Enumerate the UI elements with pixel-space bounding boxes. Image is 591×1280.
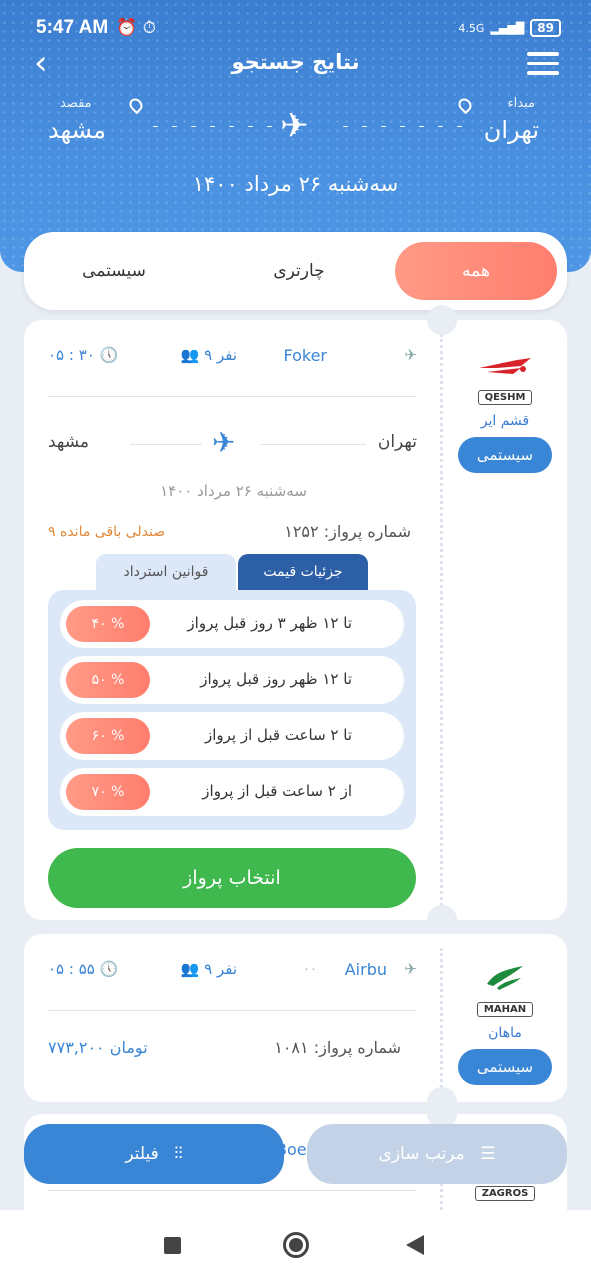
refund-rule-text: تا ۱۲ ظهر ۳ روز قبل پرواز <box>187 614 352 632</box>
airline-badge: MAHAN <box>476 1002 534 1017</box>
flight-price: ۷۷۳,۲۰۰ تومان <box>48 1038 148 1057</box>
system-navigation-bar <box>0 1210 591 1280</box>
destination-label: مقصد <box>60 96 92 111</box>
sliders-icon: ⫶⫶ <box>174 1144 183 1164</box>
home-icon[interactable] <box>283 1232 309 1258</box>
bottom-actions: فیلتر ⫶⫶ مرتب سازی ☰ <box>24 1124 567 1184</box>
tab-refund-rules[interactable]: قوانین استرداد <box>96 554 236 590</box>
remaining-seats: ۹ صندلی باقی مانده <box>48 524 166 540</box>
clock-icon: 🕔 <box>99 960 119 978</box>
passenger-count: 👥 ۹ نفر <box>180 960 237 978</box>
origin-label: مبداء <box>507 96 535 111</box>
refund-percent: ۷۰ % <box>66 774 150 810</box>
tab-price-details[interactable]: جزئیات قیمت <box>238 554 368 590</box>
route-summary: مبداء تهران مقصد مشهد ✈ <box>0 95 591 166</box>
flight-class-badge: سیستمی <box>458 1049 552 1085</box>
aircraft-model: Foker <box>283 346 327 365</box>
airline-name: قشم ایر <box>480 413 530 429</box>
network-type: 4.5G <box>458 21 485 35</box>
refund-rule-text: تا ۱۲ ظهر روز قبل پرواز <box>200 670 352 688</box>
aircraft-model: Airbu <box>344 960 387 979</box>
origin-city: تهران <box>483 116 539 144</box>
flight-class-badge: سیستمی <box>458 437 552 473</box>
airline-info: MAHAN ماهان سیستمی <box>457 962 553 1085</box>
refund-rule: ۴۰ % تا ۱۲ ظهر ۳ روز قبل پرواز <box>60 600 404 648</box>
status-bar: 5:47 AM ⏰ ⏱ 4.5G ▂▄▆█ 89 <box>36 14 561 42</box>
tab-system[interactable]: سیستمی <box>54 242 174 300</box>
sort-button[interactable]: مرتب سازی ☰ <box>307 1124 567 1184</box>
battery-icon: 89 <box>530 19 561 37</box>
tab-charter[interactable]: چارتری <box>234 242 364 300</box>
alarm-icon: ⏰ ⏱ <box>116 18 156 38</box>
refund-rules-list: ۴۰ % تا ۱۲ ظهر ۳ روز قبل پرواز ۵۰ % تا ۱… <box>48 590 416 830</box>
departure-time: ۰۵ : ۳۰ 🕔 <box>48 346 119 364</box>
flight-date: سه‌شنبه ۲۶ مرداد ۱۴۰۰ <box>160 482 307 500</box>
recent-apps-icon[interactable] <box>164 1237 181 1254</box>
aircraft-model-extra: ۰۰ <box>303 962 317 977</box>
refund-percent: ۴۰ % <box>66 606 150 642</box>
departure-time: ۰۵ : ۵۵ 🕔 <box>48 960 119 978</box>
mahan-air-logo-icon <box>487 966 523 990</box>
airplane-type-icon: ✈ <box>404 346 417 364</box>
signal-icon: ▂▄▆█ <box>490 21 525 35</box>
flight-destination: مشهد <box>48 432 90 452</box>
hamburger-menu-icon[interactable] <box>527 52 559 81</box>
flight-card[interactable]: QESHM قشم ایر سیستمی ✈ Foker 👥 ۹ نفر ۰۵ … <box>24 305 567 935</box>
flight-number: شماره پرواز: ۱۰۸۱ <box>274 1038 401 1057</box>
users-icon: 👥 <box>180 960 205 978</box>
flight-airplane-icon: ✈ <box>212 426 236 459</box>
flight-origin: تهران <box>377 432 417 452</box>
route-dots-right <box>336 124 462 128</box>
flight-number: شماره پرواز: ۱۲۵۲ <box>284 522 411 541</box>
airplane-type-icon: ✈ <box>404 960 417 978</box>
users-icon: 👥 <box>180 346 205 364</box>
back-triangle-icon[interactable] <box>406 1235 424 1255</box>
passenger-count: 👥 ۹ نفر <box>180 346 237 364</box>
origin-pin-icon <box>455 95 475 115</box>
airline-badge: QESHM <box>477 390 533 405</box>
destination-pin-icon <box>126 95 146 115</box>
airline-info: QESHM قشم ایر سیستمی <box>457 354 553 473</box>
status-time: 5:47 AM <box>36 17 109 38</box>
refund-rule: ۷۰ % از ۲ ساعت قبل از پرواز <box>60 768 404 816</box>
refund-rule-text: از ۲ ساعت قبل از پرواز <box>202 782 352 800</box>
airline-badge: ZAGROS <box>474 1186 536 1201</box>
destination-city: مشهد <box>48 116 106 144</box>
select-flight-button[interactable]: انتخاب پرواز <box>48 848 416 908</box>
refund-percent: ۶۰ % <box>66 718 150 754</box>
filter-button[interactable]: فیلتر ⫶⫶ <box>24 1124 284 1184</box>
refund-rule: ۶۰ % تا ۲ ساعت قبل از پرواز <box>60 712 404 760</box>
qeshm-air-logo-icon <box>479 358 531 374</box>
refund-rule: ۵۰ % تا ۱۲ ظهر روز قبل پرواز <box>60 656 404 704</box>
flight-type-tabs: همه چارتری سیستمی <box>24 232 567 310</box>
airline-name: ماهان <box>488 1025 522 1041</box>
refund-rule-text: تا ۲ ساعت قبل از پرواز <box>204 726 352 744</box>
flight-card[interactable]: MAHAN ماهان سیستمی ✈ Airbu ۰۰ 👥 ۹ نفر ۰۵… <box>24 934 567 1117</box>
tab-all[interactable]: همه <box>395 242 557 300</box>
clock-icon: 🕔 <box>99 346 119 364</box>
route-dots-left <box>146 124 276 128</box>
refund-percent: ۵۰ % <box>66 662 150 698</box>
airplane-icon: ✈ <box>280 106 309 146</box>
page-title: نتایج جستجو <box>231 50 360 74</box>
sort-lines-icon: ☰ <box>480 1144 496 1164</box>
search-date: سه‌شنبه ۲۶ مرداد ۱۴۰۰ <box>192 172 399 196</box>
